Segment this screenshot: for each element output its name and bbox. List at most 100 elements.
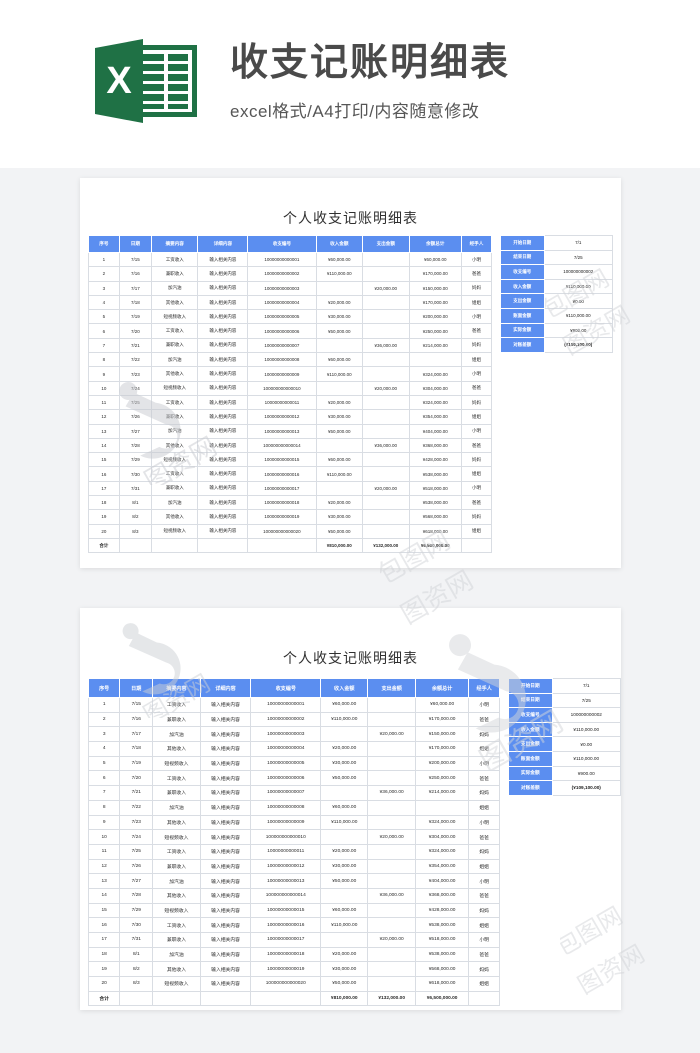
table-row: 17 7/31 兼职收入 输入相关内容 10000000000017 ¥20,000.00… [88,480,493,497]
total-cell-4 [250,990,322,1007]
cell-r9-c6: ¥20,000.00 [362,380,410,396]
column-header-4: 收支编号 [250,678,322,698]
summary-label-4: 支出金额 [508,736,553,752]
cell-r3-c2: 其他收入 [152,741,201,757]
cell-r5-c3: 输入相关内容 [197,323,249,339]
cell-r13-c5 [320,887,369,904]
cell-r7-c0: 8 [88,352,120,368]
table-row: 1 7/15 工资收入 输入相关内容 10000000000001 ¥60,000.00 ¥… [88,251,493,268]
total-cell-2 [152,990,201,1007]
cell-r11-c2: 兼职收入 [152,858,201,875]
cell-r10-c2: 工资收入 [150,394,199,411]
cell-r4-c0: 5 [88,309,120,325]
cell-r10-c7: ¥324,000.00 [414,843,470,860]
cell-r4-c3: 输入相关内容 [197,309,249,325]
table-row: 9 7/23 其他收入 输入相关内容 10000000000009 ¥110,000.00… [88,366,493,382]
cell-r5-c2: 工资收入 [152,770,201,787]
summary-value-1: 7/25 [551,692,622,709]
cell-r9-c3: 输入相关内容 [197,380,249,396]
cell-r0-c1: 7/15 [119,697,154,713]
cell-r12-c1: 7/27 [119,873,154,889]
cell-r15-c6 [362,466,410,482]
cell-r11-c0: 12 [88,409,120,425]
cell-r14-c3: 输入相关内容 [197,452,249,468]
cell-r10-c4: 10000000000011 [250,843,322,860]
cell-r1-c7: ¥170,000.00 [408,266,462,282]
column-header-6: 支出金额 [362,235,410,253]
cell-r8-c0: 9 [88,366,120,382]
ledger-table-head: 序号 日期 摘要内容 详细内容 收支编号 收入金额 支出金额 余额总计 经手人 [88,235,493,253]
cell-r11-c5: ¥30,000.00 [320,858,369,875]
cell-r17-c7: ¥538,000.00 [408,495,462,511]
cell-r2-c1: 7/17 [118,280,152,296]
table-row: 13 7/27 加汽油 输入相关内容 10000000000013 ¥50,000.00 ¥… [87,873,500,889]
cell-r5-c7: ¥250,000.00 [408,323,462,339]
cell-r18-c2: 其他收入 [152,961,201,978]
cell-r10-c3: 输入相关内容 [199,843,252,860]
cell-r11-c3: 输入相关内容 [199,858,252,875]
cell-r19-c3: 输入相关内容 [199,976,252,992]
cell-r14-c2: 短视频收入 [150,452,199,468]
cell-r7-c7 [408,352,462,368]
cell-r10-c1: 7/25 [118,394,152,411]
summary-row: 开始日期 7/1 [500,235,614,251]
cell-r5-c4: 10000000000006 [250,770,322,787]
summary-row: 对账差额 (¥109,100.00) [500,337,614,353]
cell-r1-c2: 兼职收入 [152,711,201,728]
cell-r9-c2: 短视频收入 [150,380,199,396]
cell-r3-c6 [362,294,410,311]
cell-r6-c8: 妈妈 [468,785,500,801]
cell-r1-c2: 兼职收入 [150,266,199,282]
column-header-6: 支出金额 [367,678,416,698]
cell-r5-c1: 7/20 [118,323,152,339]
table-row: 14 7/28 其他收入 输入相关内容 100000000000014 ¥36,000.0… [87,887,500,904]
cell-r3-c5: ¥20,000.00 [315,294,364,311]
summary-value-5: ¥110,000.00 [543,307,614,324]
cell-r19-c6 [367,976,416,992]
table-row: 3 7/17 加汽油 输入相关内容 10000000000003 ¥20,000.00 ¥1… [88,280,493,296]
cell-r10-c8: 妈妈 [468,843,500,860]
cell-r5-c5: ¥50,000.00 [315,323,364,339]
cell-r16-c7: ¥518,000.00 [408,480,462,497]
cell-r18-c7: ¥568,000.00 [408,509,462,525]
summary-label-0: 开始日期 [508,678,553,694]
table-row: 8 7/22 加汽油 输入相关内容 10000000000008 ¥60,000.00 姐姐 [88,352,493,368]
cell-r7-c4: 10000000000008 [250,799,322,816]
cell-r3-c7: ¥170,000.00 [408,294,462,311]
summary-label-5: 账面金额 [500,307,545,324]
cell-r9-c5 [320,829,369,845]
cell-r14-c7: ¥428,000.00 [408,452,462,468]
cell-r19-c4: 100000000000020 [250,976,322,992]
cell-r5-c0: 6 [87,770,121,787]
table-row: 10 7/24 短视频收入 输入相关内容 100000000000010 ¥20,000.… [88,380,493,396]
cell-r11-c7: ¥354,000.00 [408,409,462,425]
cell-r3-c4: 10000000000004 [247,294,317,311]
cell-r3-c3: 输入相关内容 [197,294,249,311]
cell-r16-c1: 7/31 [119,932,154,948]
cell-r9-c2: 短视频收入 [152,829,201,845]
cell-r19-c2: 短视频收入 [152,976,201,992]
cell-r19-c2: 短视频收入 [150,523,199,539]
cell-r2-c3: 输入相关内容 [197,280,249,296]
table-row: 16 7/30 工资收入 输入相关内容 10000000000016 ¥110,000.0… [88,466,493,482]
cell-r12-c8: 小明 [460,423,493,439]
cell-r15-c8: 姐姐 [468,917,500,933]
summary-label-5: 账面金额 [508,750,553,767]
cell-r4-c6 [367,755,416,772]
cell-r15-c3: 输入相关内容 [199,917,252,933]
total-cell-3 [199,990,252,1007]
cell-r8-c7: ¥324,000.00 [408,366,462,382]
cell-r3-c2: 其他收入 [150,294,199,311]
summary-label-7: 对账差额 [500,337,545,353]
cell-r3-c4: 10000000000004 [250,741,322,757]
cell-r12-c5: ¥50,000.00 [320,873,369,889]
cell-r12-c4: 10000000000013 [247,423,317,439]
cell-r0-c3: 输入相关内容 [197,251,249,268]
table-row: 12 7/26 兼职收入 输入相关内容 10000000000012 ¥30,000.00… [87,858,500,875]
cell-r3-c0: 4 [88,294,120,311]
cell-r16-c4: 10000000000017 [247,480,317,497]
cell-r1-c6 [362,266,410,282]
cell-r18-c7: ¥568,000.00 [414,961,470,978]
summary-value-4: ¥0.00 [551,736,622,752]
cell-r6-c7: ¥214,000.00 [408,337,462,354]
